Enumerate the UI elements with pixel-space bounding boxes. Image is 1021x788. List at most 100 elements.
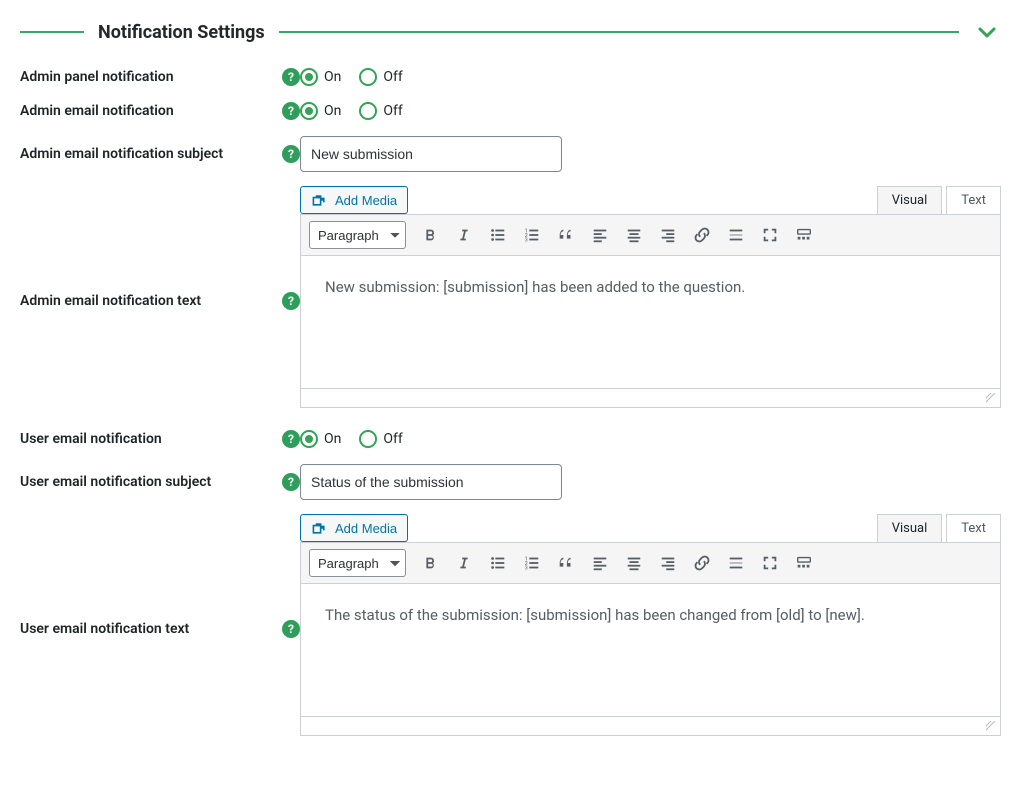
read-more-icon	[727, 554, 745, 572]
user-email-editor: Add Media Visual Text Paragraph 123	[300, 514, 1001, 736]
editor-content-area[interactable]: The status of the submission: [submissio…	[300, 584, 1001, 717]
kitchen-sink-icon	[795, 226, 813, 244]
bulleted-list-button[interactable]	[484, 222, 512, 248]
admin-email-subject-input[interactable]	[300, 136, 562, 172]
list-ul-icon	[489, 226, 507, 244]
label-admin-email-subject: Admin email notification subject	[20, 146, 223, 162]
radio-circle-icon	[359, 430, 377, 448]
radio-label-off: Off	[383, 103, 402, 119]
list-ol-icon: 123	[523, 226, 541, 244]
align-left-button[interactable]	[586, 550, 614, 576]
radio-user-email-on[interactable]: On	[300, 430, 341, 448]
radio-label-off: Off	[383, 431, 402, 447]
align-left-button[interactable]	[586, 222, 614, 248]
link-icon	[693, 226, 711, 244]
blockquote-button[interactable]	[552, 222, 580, 248]
user-email-subject-input[interactable]	[300, 464, 562, 500]
link-button[interactable]	[688, 222, 716, 248]
editor-content-area[interactable]: New submission: [submission] has been ad…	[300, 256, 1001, 389]
italic-button[interactable]	[450, 222, 478, 248]
help-icon[interactable]: ?	[282, 620, 300, 638]
admin-email-editor: Add Media Visual Text Paragraph 123	[300, 186, 1001, 408]
editor-tab-visual[interactable]: Visual	[877, 514, 943, 542]
section-heading: Notification Settings	[20, 18, 1001, 46]
row-user-email-text: User email notification text ? Add Media…	[20, 516, 1001, 736]
italic-icon	[455, 226, 473, 244]
row-user-email-subject: User email notification subject ?	[20, 464, 1001, 500]
label-admin-email-text: Admin email notification text	[20, 293, 201, 309]
radio-label-on: On	[324, 431, 341, 447]
admin-email-radio-group: On Off	[300, 102, 1001, 120]
numbered-list-button[interactable]: 123	[518, 222, 546, 248]
link-icon	[693, 554, 711, 572]
label-admin-email: Admin email notification	[20, 103, 174, 119]
help-icon[interactable]: ?	[282, 292, 300, 310]
format-select[interactable]: Paragraph	[309, 549, 406, 577]
bold-button[interactable]	[416, 550, 444, 576]
resize-handle[interactable]	[986, 721, 998, 733]
fullscreen-button[interactable]	[756, 550, 784, 576]
read-more-button[interactable]	[722, 550, 750, 576]
radio-admin-panel-off[interactable]: Off	[359, 68, 402, 86]
radio-label-off: Off	[383, 69, 402, 85]
collapse-toggle[interactable]	[973, 18, 1001, 46]
radio-circle-icon	[359, 102, 377, 120]
toolbar-toggle-button[interactable]	[790, 550, 818, 576]
add-media-label: Add Media	[335, 194, 397, 207]
radio-admin-email-on[interactable]: On	[300, 102, 341, 120]
label-user-email: User email notification	[20, 431, 162, 447]
read-more-icon	[727, 226, 745, 244]
align-center-button[interactable]	[620, 222, 648, 248]
row-admin-email-text: Admin email notification text ? Add Medi…	[20, 188, 1001, 408]
fullscreen-button[interactable]	[756, 222, 784, 248]
align-right-button[interactable]	[654, 222, 682, 248]
kitchen-sink-icon	[795, 554, 813, 572]
align-center-button[interactable]	[620, 550, 648, 576]
radio-admin-email-off[interactable]: Off	[359, 102, 402, 120]
help-icon[interactable]: ?	[282, 68, 300, 86]
row-admin-panel-notification: Admin panel notification ? On Off	[20, 68, 1001, 86]
numbered-list-button[interactable]: 123	[518, 550, 546, 576]
read-more-button[interactable]	[722, 222, 750, 248]
label-user-email-subject: User email notification subject	[20, 474, 211, 490]
bulleted-list-button[interactable]	[484, 550, 512, 576]
help-icon[interactable]: ?	[282, 430, 300, 448]
editor-toolbar: Paragraph 123	[300, 214, 1001, 256]
editor-tab-visual[interactable]: Visual	[877, 186, 943, 214]
add-media-button[interactable]: Add Media	[300, 514, 408, 542]
heading-rule-left	[20, 31, 84, 33]
editor-tab-text[interactable]: Text	[946, 186, 1001, 214]
fullscreen-icon	[761, 226, 779, 244]
radio-admin-panel-on[interactable]: On	[300, 68, 341, 86]
add-media-button[interactable]: Add Media	[300, 186, 408, 214]
editor-statusbar	[300, 389, 1001, 408]
link-button[interactable]	[688, 550, 716, 576]
label-user-email-text: User email notification text	[20, 621, 189, 637]
blockquote-button[interactable]	[552, 550, 580, 576]
list-ol-icon: 123	[523, 554, 541, 572]
quote-icon	[557, 226, 575, 244]
media-icon	[311, 192, 327, 208]
italic-button[interactable]	[450, 550, 478, 576]
help-icon[interactable]: ?	[282, 145, 300, 163]
align-right-button[interactable]	[654, 550, 682, 576]
toolbar-toggle-button[interactable]	[790, 222, 818, 248]
fullscreen-icon	[761, 554, 779, 572]
editor-tab-text[interactable]: Text	[946, 514, 1001, 542]
label-admin-panel: Admin panel notification	[20, 69, 174, 85]
radio-circle-icon	[300, 68, 318, 86]
align-center-icon	[625, 554, 643, 572]
editor-body-text: The status of the submission: [submissio…	[325, 606, 865, 624]
radio-user-email-off[interactable]: Off	[359, 430, 402, 448]
bold-button[interactable]	[416, 222, 444, 248]
format-select[interactable]: Paragraph	[309, 221, 406, 249]
row-admin-email-subject: Admin email notification subject ?	[20, 136, 1001, 172]
editor-body-text: New submission: [submission] has been ad…	[325, 278, 745, 296]
add-media-label: Add Media	[335, 522, 397, 535]
help-icon[interactable]: ?	[282, 473, 300, 491]
user-email-radio-group: On Off	[300, 430, 1001, 448]
resize-handle[interactable]	[986, 393, 998, 405]
svg-text:3: 3	[525, 237, 528, 243]
help-icon[interactable]: ?	[282, 102, 300, 120]
align-left-icon	[591, 554, 609, 572]
